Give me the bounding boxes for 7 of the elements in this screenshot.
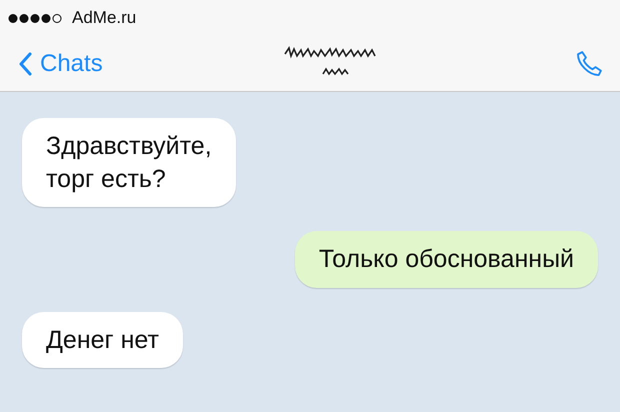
back-chevron-icon bbox=[18, 52, 32, 76]
outgoing-message-bubble: Только обоснованный bbox=[294, 231, 598, 288]
signal-icon bbox=[8, 12, 64, 24]
back-button[interactable]: Chats bbox=[18, 46, 103, 82]
incoming-message-bubble: Денег нет bbox=[22, 312, 183, 368]
carrier-name: AdMe.ru bbox=[72, 7, 136, 30]
incoming-message-bubble: Здравствуйте, торг есть? bbox=[22, 118, 236, 207]
